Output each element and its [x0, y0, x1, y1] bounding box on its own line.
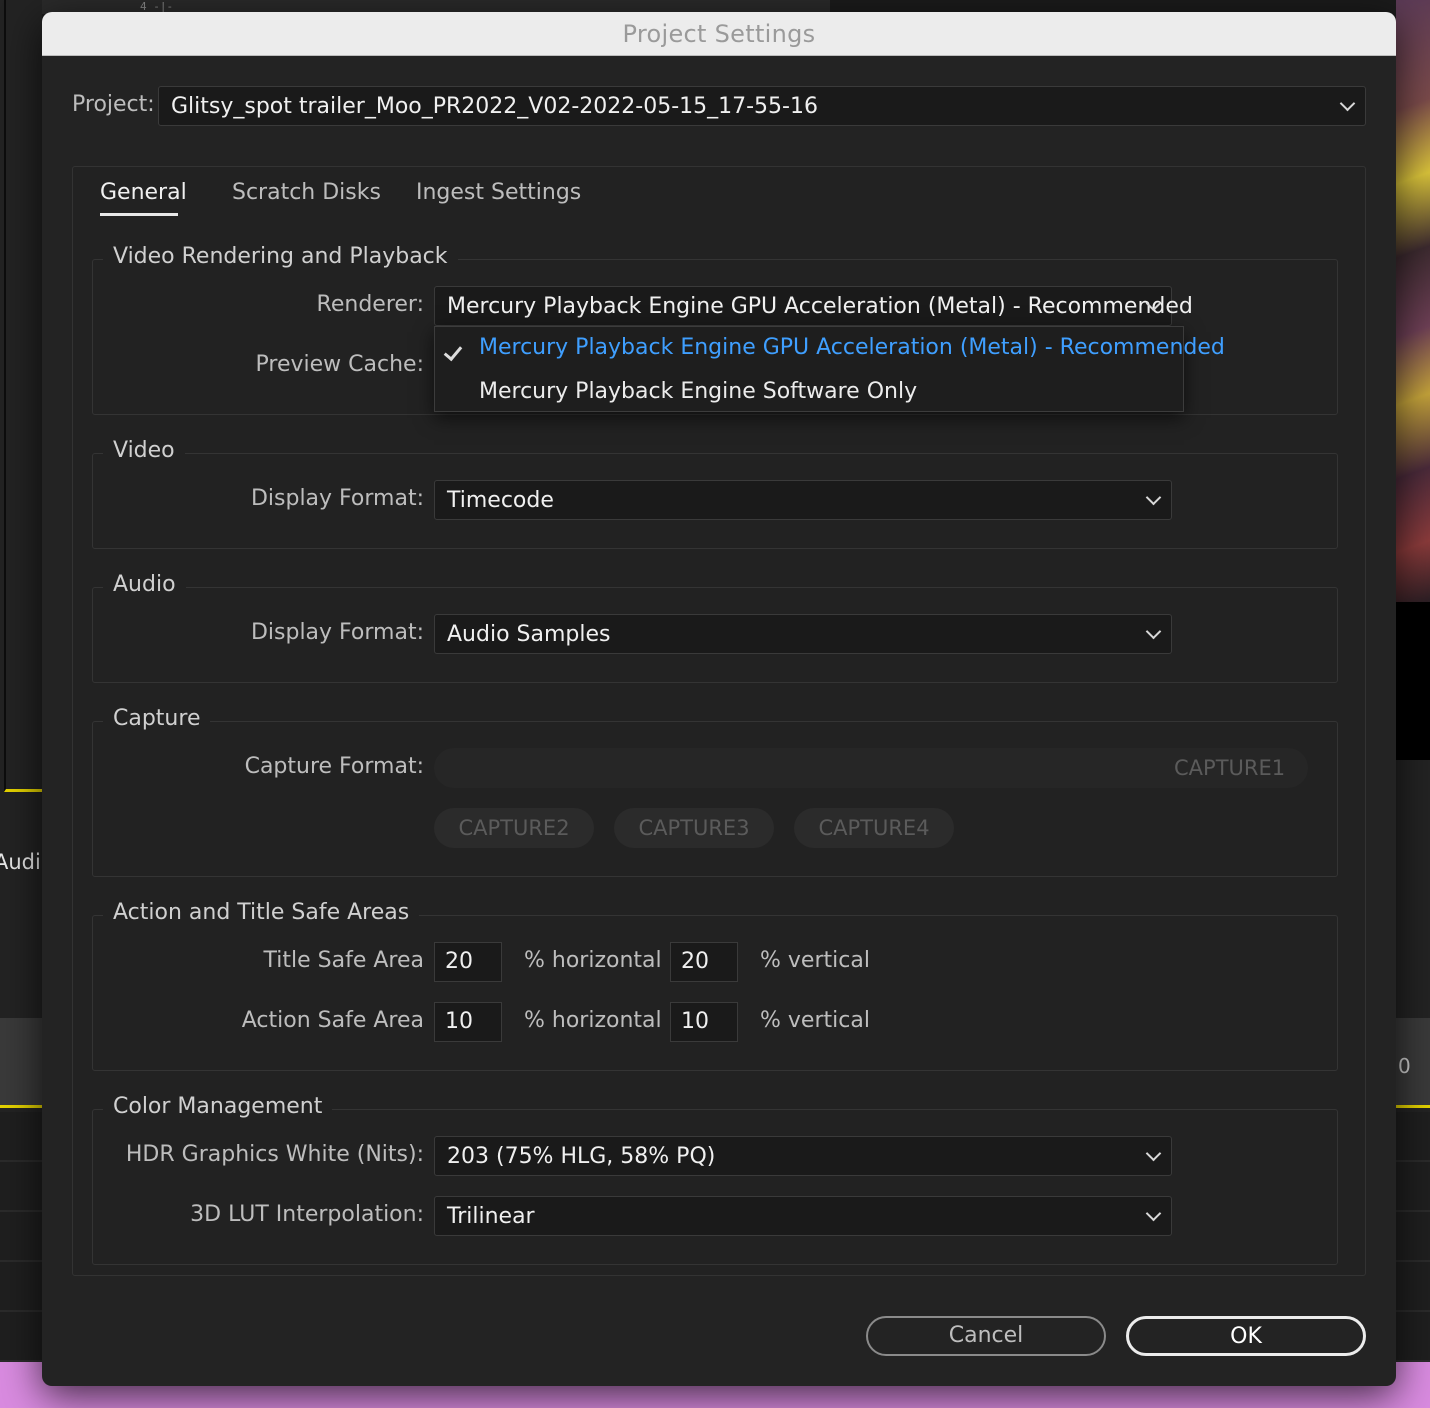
title-safe-vertical-suffix: % vertical — [760, 948, 870, 973]
video-display-format-value: Timecode — [447, 487, 554, 513]
background-audio-text: Audio — [0, 850, 42, 874]
project-select-value: Glitsy_spot trailer_Moo_PR2022_V02-2022-… — [171, 93, 818, 119]
tab-scratch-disks[interactable]: Scratch Disks — [232, 180, 381, 205]
audio-display-format-select[interactable]: Audio Samples — [434, 614, 1172, 654]
background-right-black — [1396, 602, 1430, 760]
capture-group-title: Capture — [103, 706, 211, 731]
renderer-select-value: Mercury Playback Engine GPU Acceleration… — [447, 293, 1193, 319]
dialog-title: Project Settings — [622, 20, 816, 48]
title-safe-horizontal-suffix: % horizontal — [524, 948, 662, 973]
background-right-tracks — [1396, 1112, 1430, 1362]
capture1-option: CAPTURE1 — [1174, 756, 1286, 780]
renderer-select[interactable]: Mercury Playback Engine GPU Acceleration… — [434, 286, 1193, 326]
preview-cache-label: Preview Cache: — [255, 352, 424, 377]
background-left-tracks — [0, 1112, 42, 1362]
title-safe-vertical-field[interactable]: 20 — [670, 942, 738, 982]
chevron-down-icon — [1145, 623, 1162, 640]
video-group-title: Video — [103, 438, 185, 463]
renderer-label: Renderer: — [316, 292, 424, 317]
title-safe-horizontal-field[interactable]: 20 — [434, 942, 502, 982]
tab-active-indicator — [100, 213, 178, 216]
background-left-frame — [4, 0, 42, 792]
hdr-white-label: HDR Graphics White (Nits): — [125, 1142, 424, 1167]
background-ruler-marks: 4 -|- — [140, 0, 174, 13]
hdr-white-value: 203 (75% HLG, 58% PQ) — [447, 1143, 716, 1169]
renderer-option-gpu[interactable]: Mercury Playback Engine GPU Acceleration… — [479, 335, 1225, 360]
checkmark-icon — [443, 341, 463, 362]
action-safe-horizontal-field[interactable]: 10 — [434, 1002, 502, 1042]
tab-ingest-settings[interactable]: Ingest Settings — [416, 180, 581, 205]
capture-group: Capture — [92, 706, 1338, 877]
capture4-option: CAPTURE4 — [794, 808, 954, 848]
lut-interpolation-value: Trilinear — [447, 1203, 535, 1229]
renderer-option-software[interactable]: Mercury Playback Engine Software Only — [479, 379, 917, 404]
safe-areas-title: Action and Title Safe Areas — [103, 900, 420, 925]
chevron-down-icon — [1145, 1145, 1162, 1162]
capture2-option: CAPTURE2 — [434, 808, 594, 848]
video-display-format-label: Display Format: — [250, 486, 424, 511]
dialog-titlebar[interactable]: Project Settings — [42, 12, 1396, 56]
video-rendering-title: Video Rendering and Playback — [103, 244, 458, 269]
capture-format-label: Capture Format: — [244, 754, 424, 779]
background-left-ruler — [0, 1018, 42, 1108]
action-safe-label: Action Safe Area — [241, 1008, 424, 1033]
video-display-format-select[interactable]: Timecode — [434, 480, 1172, 520]
title-safe-label: Title Safe Area — [263, 948, 425, 973]
color-management-group: Color Management — [92, 1094, 1338, 1265]
capture3-option: CAPTURE3 — [614, 808, 774, 848]
renderer-dropdown-menu: Mercury Playback Engine GPU Acceleration… — [434, 326, 1225, 412]
ok-button[interactable]: OK — [1126, 1316, 1366, 1356]
safe-areas-group: Action and Title Safe Areas — [92, 900, 1338, 1071]
audio-group-title: Audio — [103, 572, 186, 597]
action-safe-vertical-field[interactable]: 10 — [670, 1002, 738, 1042]
color-management-title: Color Management — [103, 1094, 333, 1119]
background-audio-label: Audio — [0, 850, 42, 880]
hdr-white-select[interactable]: 203 (75% HLG, 58% PQ) — [434, 1136, 1172, 1176]
chevron-down-icon — [1145, 489, 1162, 506]
project-settings-dialog: Project Settings Project: Glitsy_spot tr… — [42, 12, 1396, 1386]
cancel-button[interactable]: Cancel — [866, 1316, 1106, 1356]
action-safe-horizontal-suffix: % horizontal — [524, 1008, 662, 1033]
lut-interpolation-label: 3D LUT Interpolation: — [190, 1202, 424, 1227]
chevron-down-icon — [1339, 95, 1356, 112]
chevron-down-icon — [1145, 1205, 1162, 1222]
action-safe-vertical-suffix: % vertical — [760, 1008, 870, 1033]
project-select[interactable]: Glitsy_spot trailer_Moo_PR2022_V02-2022-… — [158, 86, 1366, 126]
audio-display-format-label: Display Format: — [250, 620, 424, 645]
audio-display-format-value: Audio Samples — [447, 621, 611, 647]
tab-general[interactable]: General — [100, 180, 187, 205]
project-label: Project: — [72, 92, 155, 117]
background-video-preview — [1396, 0, 1430, 602]
lut-interpolation-select[interactable]: Trilinear — [434, 1196, 1172, 1236]
background-ruler-label: 0 — [1398, 1054, 1411, 1078]
